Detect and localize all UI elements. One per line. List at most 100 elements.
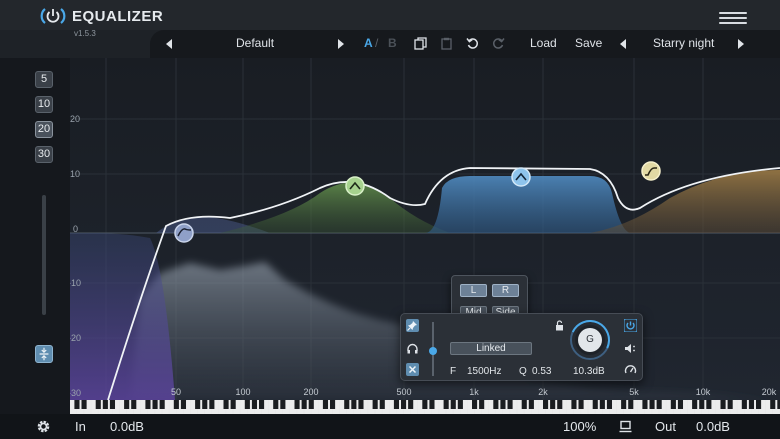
fit-vertical-icon[interactable]	[35, 345, 53, 363]
piano-black-key[interactable]	[95, 400, 101, 409]
piano-black-key[interactable]	[628, 400, 634, 409]
gain-param-value[interactable]: 10.3dB	[573, 366, 605, 377]
piano-black-key[interactable]	[145, 400, 151, 409]
band-power-icon[interactable]	[624, 319, 637, 332]
zoom-30-button[interactable]: 30	[35, 146, 53, 163]
piano-black-key[interactable]	[592, 400, 598, 409]
input-gain-value[interactable]: 0.0dB	[110, 419, 144, 434]
prev-preset-button[interactable]	[166, 39, 172, 49]
vertical-scrollbar[interactable]	[42, 195, 46, 315]
next-preset-button[interactable]	[338, 39, 344, 49]
piano-black-key[interactable]	[351, 400, 357, 409]
piano-black-key[interactable]	[429, 400, 435, 409]
piano-black-key[interactable]	[173, 400, 179, 409]
piano-black-key[interactable]	[202, 400, 208, 409]
piano-black-key[interactable]	[330, 400, 336, 409]
piano-black-key[interactable]	[294, 400, 300, 409]
piano-black-key[interactable]	[124, 400, 130, 409]
piano-black-key[interactable]	[372, 400, 378, 409]
piano-black-key[interactable]	[692, 400, 698, 409]
piano-black-key[interactable]	[102, 400, 108, 409]
piano-black-key[interactable]	[571, 400, 577, 409]
piano-black-key[interactable]	[131, 400, 137, 409]
piano-black-key[interactable]	[209, 400, 215, 409]
piano-black-key[interactable]	[677, 400, 684, 409]
ab-b-button[interactable]: B	[388, 36, 397, 50]
output-gain-value[interactable]: 0.0dB	[696, 419, 730, 434]
piano-black-key[interactable]	[223, 400, 229, 409]
band-4-handle[interactable]	[641, 161, 661, 181]
piano-black-key[interactable]	[230, 400, 236, 409]
piano-black-key[interactable]	[443, 400, 449, 409]
piano-black-key[interactable]	[670, 400, 676, 409]
piano-black-key[interactable]	[720, 400, 726, 409]
freq-param-value[interactable]: 1500Hz	[467, 366, 501, 377]
piano-black-key[interactable]	[521, 400, 527, 409]
piano-black-key[interactable]	[180, 400, 187, 409]
next-theme-button[interactable]	[738, 39, 744, 49]
gain-knob[interactable]: G	[564, 314, 616, 366]
piano-black-key[interactable]	[528, 400, 534, 409]
piano-black-key[interactable]	[741, 400, 747, 409]
band-2-handle[interactable]	[345, 176, 365, 196]
preset-name[interactable]: Default	[236, 36, 274, 50]
load-button[interactable]: Load	[530, 36, 557, 50]
channel-right-button[interactable]: R	[492, 284, 519, 297]
paste-icon[interactable]	[440, 37, 453, 50]
piano-black-key[interactable]	[606, 400, 613, 409]
piano-black-key[interactable]	[401, 400, 407, 409]
piano-black-key[interactable]	[507, 400, 513, 409]
close-band-icon[interactable]	[406, 363, 419, 376]
piano-black-key[interactable]	[152, 400, 158, 409]
speaker-icon[interactable]	[624, 342, 637, 355]
speed-gauge-icon[interactable]	[624, 363, 637, 376]
band-3-handle[interactable]	[511, 167, 531, 187]
channel-left-button[interactable]: L	[460, 284, 487, 297]
save-button[interactable]: Save	[575, 36, 602, 50]
piano-black-key[interactable]	[74, 400, 80, 409]
piano-black-key[interactable]	[251, 400, 258, 409]
piano-black-key[interactable]	[408, 400, 414, 409]
piano-black-key[interactable]	[770, 400, 776, 409]
piano-black-key[interactable]	[422, 400, 428, 409]
piano-black-key[interactable]	[479, 400, 485, 409]
piano-black-key[interactable]	[599, 400, 605, 409]
redo-icon[interactable]	[492, 37, 505, 50]
zoom-20-button[interactable]: 20	[35, 121, 53, 138]
piano-keys[interactable]	[70, 400, 780, 414]
piano-black-key[interactable]	[379, 400, 385, 409]
piano-black-key[interactable]	[259, 400, 265, 409]
piano-black-key[interactable]	[557, 400, 563, 409]
piano-black-key[interactable]	[273, 400, 279, 409]
piano-black-key[interactable]	[656, 400, 662, 409]
piano-black-key[interactable]	[621, 400, 627, 409]
theme-name[interactable]: Starry night	[653, 36, 714, 50]
prev-theme-button[interactable]	[620, 39, 626, 49]
pin-icon[interactable]	[406, 319, 419, 332]
piano-black-key[interactable]	[649, 400, 655, 409]
lock-icon[interactable]	[554, 320, 565, 331]
piano-black-key[interactable]	[344, 400, 350, 409]
zoom-10-button[interactable]: 10	[35, 96, 53, 113]
hamburger-menu-icon[interactable]	[719, 12, 747, 24]
q-param-value[interactable]: 0.53	[532, 366, 551, 377]
piano-black-key[interactable]	[159, 400, 165, 409]
piano-black-key[interactable]	[748, 400, 755, 409]
piano-black-key[interactable]	[109, 400, 116, 409]
band-slider-thumb[interactable]	[429, 347, 437, 355]
piano-black-key[interactable]	[727, 400, 733, 409]
piano-black-key[interactable]	[81, 400, 87, 409]
piano-black-key[interactable]	[756, 400, 762, 409]
link-mode-button[interactable]: Linked	[450, 342, 532, 355]
piano-black-key[interactable]	[457, 400, 463, 409]
piano-black-key[interactable]	[393, 400, 400, 409]
piano-black-key[interactable]	[358, 400, 364, 409]
piano-black-key[interactable]	[500, 400, 506, 409]
piano-black-key[interactable]	[706, 400, 712, 409]
piano-black-key[interactable]	[450, 400, 456, 409]
piano-black-key[interactable]	[308, 400, 314, 409]
piano-black-key[interactable]	[699, 400, 705, 409]
undo-icon[interactable]	[466, 37, 479, 50]
piano-black-key[interactable]	[543, 400, 549, 409]
window-size-icon[interactable]	[619, 420, 632, 433]
